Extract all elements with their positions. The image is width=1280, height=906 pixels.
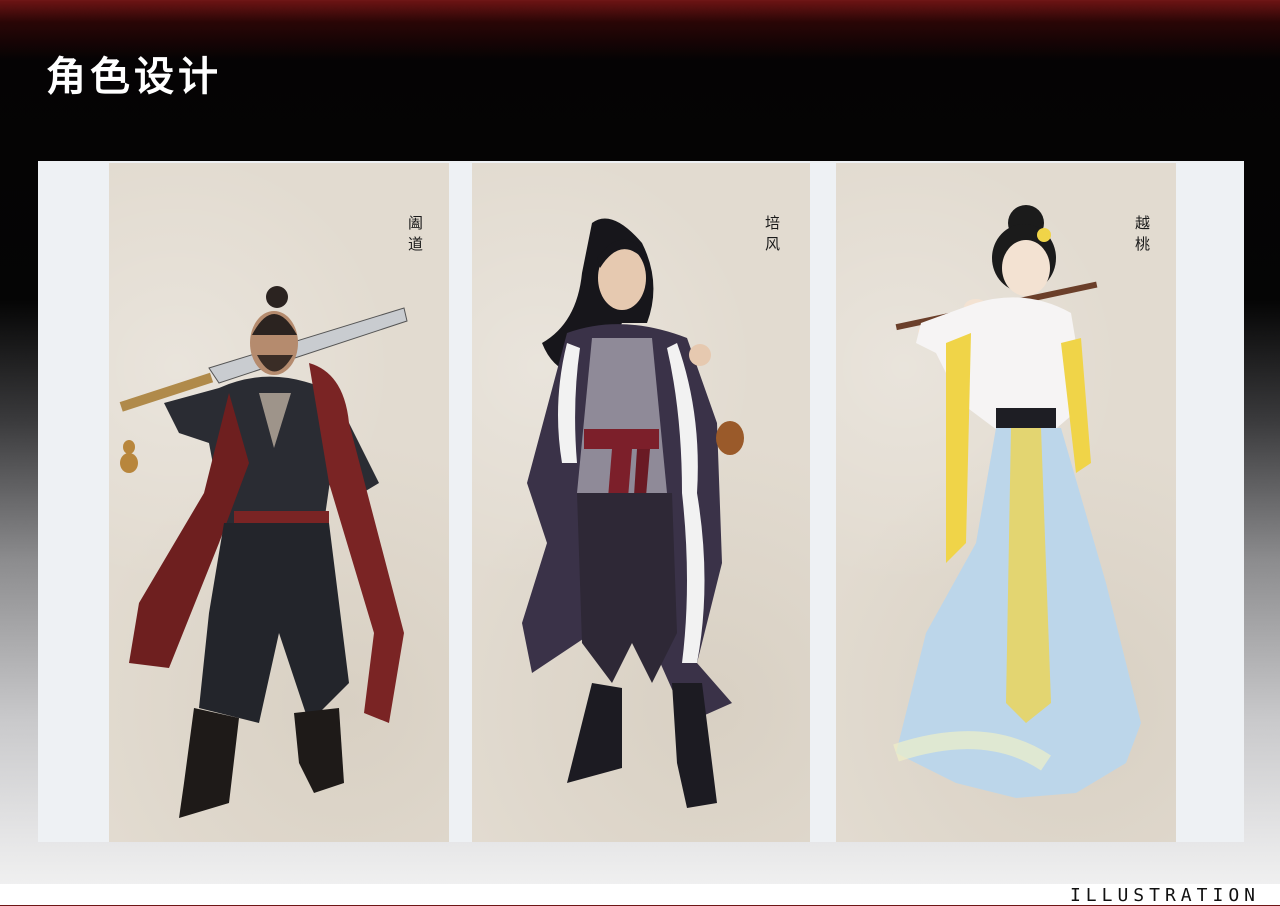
- character-illustration-swordsman: [119, 286, 408, 818]
- page-title: 角色设计: [46, 54, 222, 100]
- character-illustration-fur-coat: [522, 218, 744, 808]
- character-card[interactable]: 越桃: [836, 163, 1176, 842]
- character-card[interactable]: 阖道: [109, 163, 449, 842]
- character-card[interactable]: 培风: [472, 163, 810, 842]
- character-illustration-flute-player: [893, 205, 1141, 798]
- footer-label: ILLUSTRATION: [1069, 885, 1260, 906]
